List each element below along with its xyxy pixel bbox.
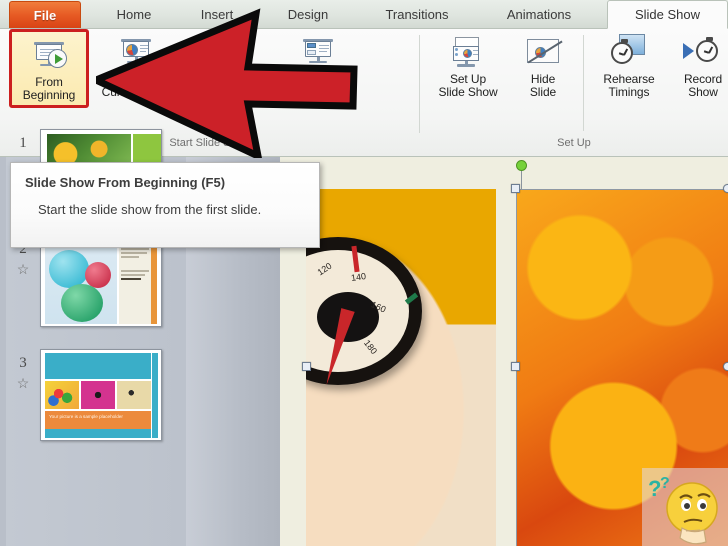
from-beginning-line1: From — [35, 75, 63, 89]
tooltip-from-beginning: Slide Show From Beginning (F5) Start the… — [10, 162, 320, 248]
tab-insert[interactable]: Insert — [180, 0, 254, 29]
setup-line2: Slide Show — [438, 85, 498, 99]
tab-animations-label: Animations — [506, 7, 572, 22]
tab-slide-show[interactable]: Slide Show — [607, 0, 728, 29]
slide-number-1: 1 — [19, 135, 27, 151]
slide-3-accent — [152, 353, 158, 438]
slide-2-preview[interactable] — [40, 235, 162, 327]
hide-line2: Slide — [529, 85, 557, 99]
ribbon-button-hide-slide[interactable]: Hide Slide — [512, 31, 574, 99]
ribbon-button-from-beginning[interactable]: From Beginning — [9, 29, 89, 108]
slide-number-3-label: 3 — [19, 355, 27, 371]
tab-transitions[interactable]: Transitions — [363, 0, 471, 29]
slide-number-3: 3 ☆ — [6, 349, 40, 393]
resize-handle-middle-left[interactable] — [511, 362, 520, 371]
tooltip-title: Slide Show From Beginning (F5) — [25, 175, 226, 190]
slide-3-image-1 — [45, 381, 79, 409]
resize-handle-middle-right[interactable] — [723, 362, 728, 371]
group-separator-2 — [583, 35, 584, 131]
slide-3-footer — [45, 429, 151, 438]
ribbon-button-broadcast-slide-show[interactable]: Broadcast Slide Show — [188, 31, 264, 99]
slide-2-textblock — [119, 240, 153, 324]
resize-handle-top-left[interactable] — [511, 184, 520, 193]
rehearse-line1: Rehearse — [603, 72, 655, 86]
slide-2-image — [45, 240, 117, 324]
broadcast-line1: Broadcast — [199, 72, 253, 86]
star-icon-3: ☆ — [16, 377, 30, 392]
record-stopwatch-icon — [682, 31, 724, 71]
svg-text:?: ? — [660, 475, 670, 492]
tab-home-label: Home — [116, 7, 152, 22]
tab-home[interactable]: Home — [95, 0, 173, 29]
group-label-set-up: Set Up — [557, 137, 591, 149]
slide-3-preview[interactable]: Your picture is a sample placeholder — [40, 349, 162, 441]
chevron-down-icon[interactable] — [346, 90, 353, 95]
ribbon-button-from-current-slide[interactable]: From Current Slide — [98, 31, 174, 99]
slide-3-image-2 — [81, 381, 115, 409]
record-line2: Show — [688, 85, 718, 99]
stopwatch-screen-icon — [608, 31, 650, 71]
ribbon-tab-bar: File Home Insert Design Transitions Anim… — [0, 0, 728, 29]
ribbon-button-rehearse-timings[interactable]: Rehearse Timings — [588, 31, 670, 99]
slide-thumbnail-2[interactable]: 2 ☆ — [6, 235, 186, 327]
tab-animations[interactable]: Animations — [484, 0, 594, 29]
from-beginning-line2: Beginning — [22, 88, 76, 102]
tab-file-label: File — [33, 7, 57, 23]
tab-file[interactable]: File — [9, 1, 81, 28]
presentation-globe-icon — [205, 31, 247, 71]
setup-show-icon — [447, 31, 489, 71]
custom-show-icon — [297, 31, 339, 71]
presentation-play-icon — [28, 34, 70, 74]
rehearse-line2: Timings — [608, 85, 650, 99]
slide-3-caption: Your picture is a sample placeholder — [45, 411, 151, 429]
slide-thumbnail-3[interactable]: 3 ☆ Your picture is a sample placeholder — [6, 349, 186, 441]
broadcast-line2: Slide Show — [196, 85, 256, 99]
weighing-scale-photo[interactable]: 100 120 140 160 180 — [306, 189, 496, 546]
thinking-face-emoji: ? ? — [642, 468, 728, 546]
ribbon-button-record-slide-show[interactable]: Record Show — [668, 31, 728, 99]
powerpoint-window: File Home Insert Design Transitions Anim… — [0, 0, 728, 546]
custom-line2: Slide Show — [283, 85, 344, 99]
from-current-line1: From — [122, 72, 150, 86]
ribbon-button-custom-slide-show[interactable]: Custom Slide Show — [280, 31, 356, 99]
record-line1: Record — [683, 72, 723, 86]
tab-design-label: Design — [287, 7, 329, 22]
ribbon-button-set-up-slide-show[interactable]: Set Up Slide Show — [430, 31, 506, 99]
scale-resize-handle-left-bottom[interactable] — [302, 362, 311, 371]
custom-line1: Custom — [297, 72, 339, 86]
slide-3-image-3 — [117, 381, 151, 409]
slide-3-header — [45, 353, 151, 379]
presentation-pie-icon — [115, 31, 157, 71]
setup-line1: Set Up — [449, 72, 487, 86]
rotate-handle[interactable] — [516, 160, 527, 171]
tab-design[interactable]: Design — [268, 0, 348, 29]
hide-line1: Hide — [530, 72, 556, 86]
tab-insert-label: Insert — [200, 7, 234, 22]
tab-transitions-label: Transitions — [385, 7, 449, 22]
hide-slide-icon — [522, 31, 564, 71]
tab-slide-show-label: Slide Show — [634, 7, 701, 22]
from-current-line2: Current Slide — [101, 85, 171, 99]
star-icon-2: ☆ — [16, 263, 30, 278]
scale-dial: 100 120 140 160 180 — [306, 237, 422, 387]
tooltip-body: Start the slide show from the first slid… — [38, 202, 262, 217]
slide-2-accent — [151, 240, 157, 324]
resize-handle-top-right[interactable] — [723, 184, 728, 193]
